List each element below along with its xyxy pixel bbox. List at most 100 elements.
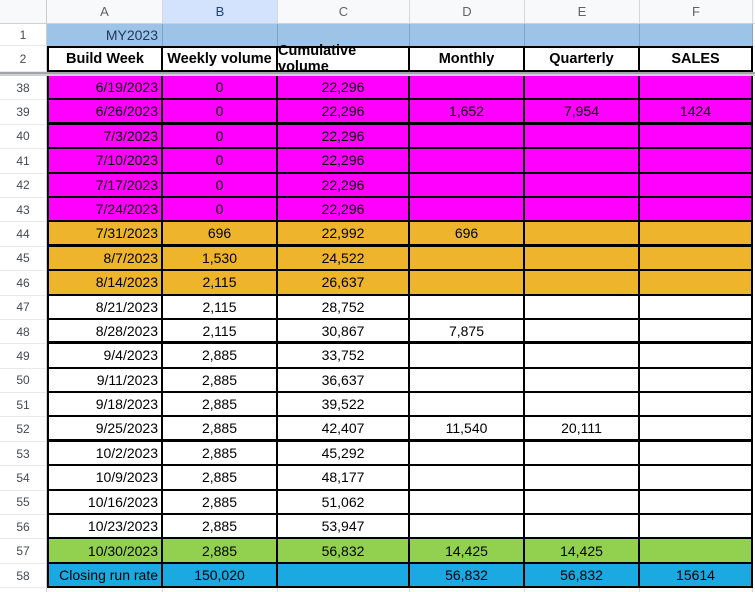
row-number-51[interactable]: 51 — [0, 393, 47, 418]
cell-b51[interactable]: 2,885 — [163, 393, 278, 418]
cell-f45[interactable] — [640, 246, 753, 272]
cell-e38[interactable] — [525, 76, 640, 101]
cell-b52[interactable]: 2,885 — [163, 417, 278, 442]
cell-c38[interactable]: 22,296 — [278, 76, 410, 101]
row-number-48[interactable]: 48 — [0, 319, 47, 345]
cell-d1[interactable] — [410, 24, 525, 46]
row-number-46[interactable]: 46 — [0, 271, 47, 296]
cell-e49[interactable] — [525, 344, 640, 369]
cell-b45[interactable]: 1,530 — [163, 246, 278, 272]
cell-f39[interactable]: 1424 — [640, 100, 753, 125]
cell-b58[interactable]: 150,020 — [163, 563, 278, 589]
cell-c39[interactable]: 22,296 — [278, 100, 410, 125]
cell-d49[interactable] — [410, 344, 525, 369]
cell-e46[interactable] — [525, 271, 640, 296]
cell-e39[interactable]: 7,954 — [525, 100, 640, 125]
cell-e42[interactable] — [525, 173, 640, 198]
cell-b38[interactable]: 0 — [163, 76, 278, 101]
cell-d51[interactable] — [410, 393, 525, 418]
header-monthly[interactable]: Monthly — [410, 46, 525, 72]
column-header-f[interactable]: F — [640, 0, 753, 23]
cell-a56[interactable]: 10/23/2023 — [47, 515, 163, 540]
cell-c50[interactable]: 36,637 — [278, 368, 410, 394]
row-number-50[interactable]: 50 — [0, 368, 47, 394]
cell-b56[interactable]: 2,885 — [163, 515, 278, 540]
row-number-44[interactable]: 44 — [0, 222, 47, 247]
cell-c49[interactable]: 33,752 — [278, 344, 410, 369]
cell-c44[interactable]: 22,992 — [278, 222, 410, 247]
header-sales[interactable]: SALES — [640, 46, 753, 72]
cell-f55[interactable] — [640, 490, 753, 516]
cell-e54[interactable] — [525, 466, 640, 491]
row-number-58[interactable]: 58 — [0, 563, 47, 589]
cell-a48[interactable]: 8/28/2023 — [47, 319, 163, 345]
cell-e43[interactable] — [525, 197, 640, 223]
cell-b55[interactable]: 2,885 — [163, 490, 278, 516]
cell-f58[interactable]: 15614 — [640, 563, 753, 589]
cell-e48[interactable] — [525, 319, 640, 345]
select-all-corner[interactable] — [0, 0, 47, 23]
cell-f51[interactable] — [640, 393, 753, 418]
header-weekly-volume[interactable]: Weekly volume — [163, 46, 278, 72]
cell-c46[interactable]: 26,637 — [278, 271, 410, 296]
header-cumulative-volume[interactable]: Cumulative volume — [278, 43, 410, 75]
cell-c51[interactable]: 39,522 — [278, 393, 410, 418]
cell-e55[interactable] — [525, 490, 640, 516]
column-header-a[interactable]: A — [47, 0, 163, 23]
cell-d38[interactable] — [410, 76, 525, 101]
cell-f52[interactable] — [640, 417, 753, 442]
cell-a38[interactable]: 6/19/2023 — [47, 76, 163, 101]
cell-c58[interactable] — [278, 563, 410, 589]
cell-c57[interactable]: 56,832 — [278, 539, 410, 564]
cell-e57[interactable]: 14,425 — [525, 539, 640, 564]
cell-d58[interactable]: 56,832 — [410, 563, 525, 589]
cell-f57[interactable] — [640, 539, 753, 564]
cell-d43[interactable] — [410, 197, 525, 223]
cell-f54[interactable] — [640, 466, 753, 491]
row-number-45[interactable]: 45 — [0, 246, 47, 272]
header-quarterly[interactable]: Quarterly — [525, 46, 640, 72]
cell-d46[interactable] — [410, 271, 525, 296]
cell-b39[interactable]: 0 — [163, 100, 278, 125]
cell-e53[interactable] — [525, 441, 640, 467]
row-number-2[interactable]: 2 — [0, 46, 47, 72]
cell-f50[interactable] — [640, 368, 753, 394]
cell-f43[interactable] — [640, 197, 753, 223]
row-number-52[interactable]: 52 — [0, 417, 47, 442]
cell-c52[interactable]: 42,407 — [278, 417, 410, 442]
cell-c48[interactable]: 30,867 — [278, 319, 410, 345]
row-number-42[interactable]: 42 — [0, 173, 47, 198]
cell-b57[interactable]: 2,885 — [163, 539, 278, 564]
cell-a39[interactable]: 6/26/2023 — [47, 100, 163, 125]
cell-a50[interactable]: 9/11/2023 — [47, 368, 163, 394]
column-header-b-selected[interactable]: B — [163, 0, 278, 23]
cell-b50[interactable]: 2,885 — [163, 368, 278, 394]
cell-e51[interactable] — [525, 393, 640, 418]
cell-b1[interactable] — [163, 24, 278, 46]
cell-d45[interactable] — [410, 246, 525, 272]
row-number-40[interactable]: 40 — [0, 124, 47, 150]
cell-c56[interactable]: 53,947 — [278, 515, 410, 540]
cell-f47[interactable] — [640, 295, 753, 320]
cell-b44[interactable]: 696 — [163, 222, 278, 247]
cell-b42[interactable]: 0 — [163, 173, 278, 198]
cell-a46[interactable]: 8/14/2023 — [47, 271, 163, 296]
cell-b43[interactable]: 0 — [163, 197, 278, 223]
cell-a45[interactable]: 8/7/2023 — [47, 246, 163, 272]
cell-c55[interactable]: 51,062 — [278, 490, 410, 516]
cell-a41[interactable]: 7/10/2023 — [47, 149, 163, 174]
cell-c45[interactable]: 24,522 — [278, 246, 410, 272]
cell-e40[interactable] — [525, 124, 640, 150]
cell-b47[interactable]: 2,115 — [163, 295, 278, 320]
cell-f53[interactable] — [640, 441, 753, 467]
cell-b49[interactable]: 2,885 — [163, 344, 278, 369]
cell-d42[interactable] — [410, 173, 525, 198]
cell-c40[interactable]: 22,296 — [278, 124, 410, 150]
row-number-47[interactable]: 47 — [0, 295, 47, 320]
cell-f48[interactable] — [640, 319, 753, 345]
cell-c41[interactable]: 22,296 — [278, 149, 410, 174]
cell-a43[interactable]: 7/24/2023 — [47, 197, 163, 223]
row-number-53[interactable]: 53 — [0, 441, 47, 467]
cell-a42[interactable]: 7/17/2023 — [47, 173, 163, 198]
cell-a40[interactable]: 7/3/2023 — [47, 124, 163, 150]
